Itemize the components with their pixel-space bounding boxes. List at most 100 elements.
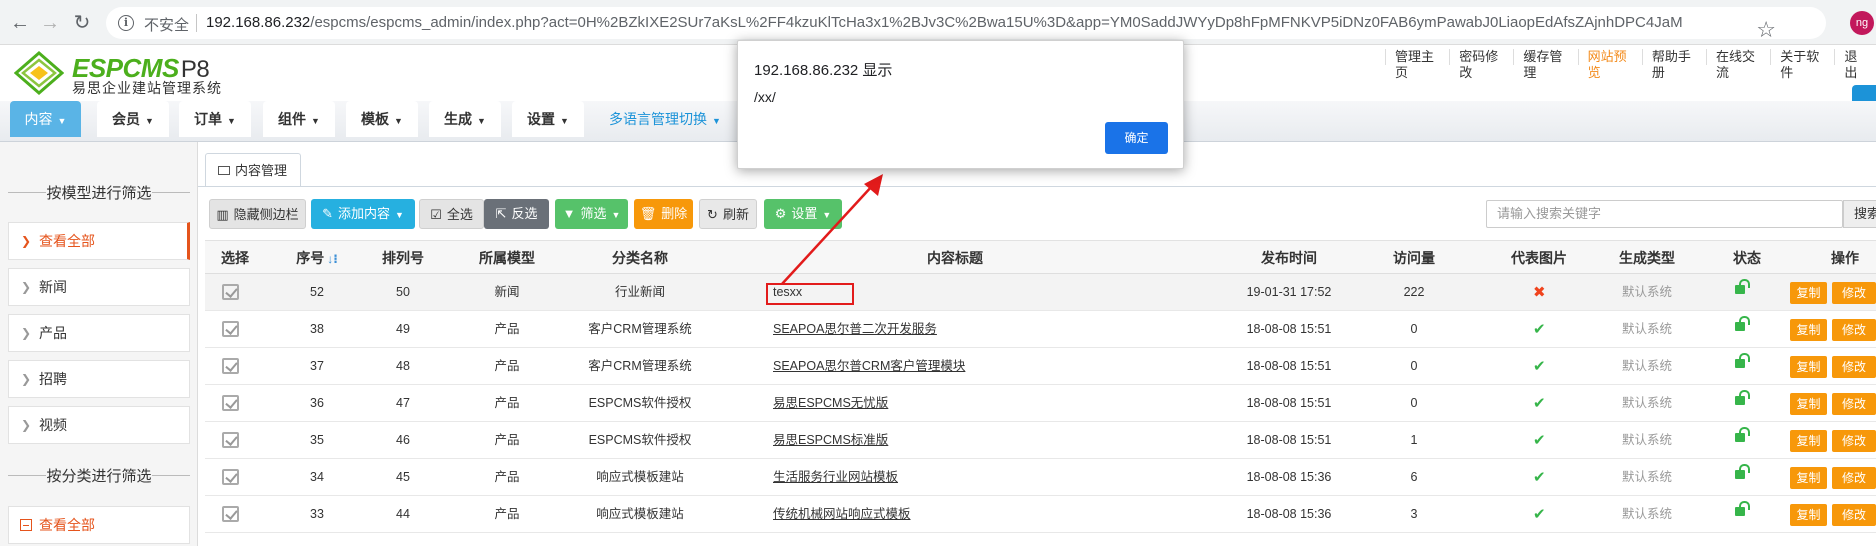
cell-title[interactable]: SEAPOA思尔普CRM客户管理模块 bbox=[773, 348, 965, 385]
cell-category: 客户CRM管理系统 bbox=[588, 322, 692, 336]
unlock-icon[interactable] bbox=[1735, 359, 1745, 368]
sort-icon[interactable]: ↓⁝ bbox=[327, 252, 338, 266]
search-input[interactable]: 请输入搜索关键字 bbox=[1486, 200, 1843, 228]
sidebar-item-jobs[interactable]: ❯ 招聘 bbox=[8, 360, 190, 398]
tab-components[interactable]: 组件 ▼ bbox=[263, 101, 335, 137]
filter-icon: ▼ bbox=[562, 206, 576, 221]
language-switch[interactable]: 多语言管理切换 ▼ bbox=[600, 101, 730, 137]
row-checkbox-icon[interactable] bbox=[222, 432, 239, 448]
edit-button[interactable]: 修改 bbox=[1832, 319, 1876, 341]
top-link-help[interactable]: 帮助手册 bbox=[1643, 49, 1708, 80]
back-icon[interactable]: ← bbox=[8, 11, 32, 35]
cell-title[interactable]: 传统机械网站响应式模板 bbox=[773, 496, 911, 533]
cell-title[interactable]: SEAPOA思尔普二次开发服务 bbox=[773, 311, 937, 348]
caret-icon: ▼ bbox=[712, 116, 721, 126]
tab-content-management[interactable]: 内容管理 bbox=[205, 153, 301, 187]
cell-model: 新闻 bbox=[494, 285, 520, 299]
monitor-icon bbox=[218, 166, 230, 175]
delete-label: 删除 bbox=[661, 206, 688, 221]
row-checkbox-icon[interactable] bbox=[222, 469, 239, 485]
search-button[interactable]: 搜索 bbox=[1843, 200, 1876, 228]
table-row: 37 48 产品 客户CRM管理系统 SEAPOA思尔普CRM客户管理模块 18… bbox=[205, 348, 1876, 385]
sidebar-item-all[interactable]: ❯ 查看全部 bbox=[8, 222, 190, 260]
tab-templates[interactable]: 模板 ▼ bbox=[346, 101, 418, 137]
select-all-button[interactable]: ☑ 全选 bbox=[419, 199, 484, 229]
copy-button[interactable]: 复制 bbox=[1790, 393, 1827, 415]
unlock-icon[interactable] bbox=[1735, 285, 1745, 294]
chevron-right-icon: ❯ bbox=[21, 280, 32, 294]
top-link-chat[interactable]: 在线交流 bbox=[1707, 49, 1772, 80]
copy-button[interactable]: 复制 bbox=[1790, 504, 1827, 526]
sidebar-item-videos[interactable]: ❯ 视频 bbox=[8, 406, 190, 444]
copy-button[interactable]: 复制 bbox=[1790, 282, 1827, 304]
sidebar-item-news[interactable]: ❯ 新闻 bbox=[8, 268, 190, 306]
edit-button[interactable]: 修改 bbox=[1832, 467, 1876, 489]
cell-title[interactable]: 易思ESPCMS无忧版 bbox=[773, 385, 888, 422]
collapse-icon[interactable] bbox=[20, 519, 32, 531]
cell-title[interactable]: 生活服务行业网站模板 bbox=[773, 459, 898, 496]
unlock-icon[interactable] bbox=[1735, 396, 1745, 405]
cell-model: 产品 bbox=[494, 507, 520, 521]
url-text[interactable]: 192.168.86.232/espcms/espcms_admin/index… bbox=[206, 14, 1683, 31]
copy-button[interactable]: 复制 bbox=[1790, 467, 1827, 489]
add-content-button[interactable]: ✎ 添加内容 ▼ bbox=[311, 199, 415, 229]
top-link-logout[interactable]: 退出 bbox=[1835, 49, 1876, 80]
top-link-cache[interactable]: 缓存管理 bbox=[1514, 49, 1579, 80]
info-icon[interactable]: i bbox=[118, 15, 134, 31]
row-checkbox-icon[interactable] bbox=[222, 321, 239, 337]
copy-button[interactable]: 复制 bbox=[1790, 430, 1827, 452]
col-id[interactable]: 序号 ↓⁝ bbox=[287, 241, 347, 276]
tab-members[interactable]: 会员 ▼ bbox=[97, 101, 169, 137]
row-checkbox-icon[interactable] bbox=[222, 284, 239, 300]
profile-avatar[interactable]: ng bbox=[1850, 11, 1874, 35]
invert-select-button[interactable]: ⇱ 反选 bbox=[484, 199, 549, 229]
cell-title[interactable]: 易思ESPCMS标准版 bbox=[773, 422, 888, 459]
row-checkbox-icon[interactable] bbox=[222, 358, 239, 374]
address-bar[interactable]: i 不安全 192.168.86.232/espcms/espcms_admin… bbox=[106, 7, 1826, 42]
unlock-icon[interactable] bbox=[1735, 507, 1745, 516]
top-link-home[interactable]: 管理主页 bbox=[1385, 49, 1451, 80]
sidebar-item-label: 产品 bbox=[39, 325, 67, 341]
dialog-message: /xx/ bbox=[754, 89, 776, 105]
top-link-about[interactable]: 关于软件 bbox=[1771, 49, 1836, 80]
cell-model: 产品 bbox=[494, 359, 520, 373]
filter-button[interactable]: ▼ 筛选 ▼ bbox=[555, 199, 628, 229]
refresh-button[interactable]: ↻ 刷新 bbox=[699, 199, 757, 229]
settings-button[interactable]: ⚙ 设置 ▼ bbox=[764, 199, 842, 229]
dialog-title: 192.168.86.232 显示 bbox=[754, 62, 893, 79]
tab-orders[interactable]: 订单 ▼ bbox=[179, 101, 251, 137]
no-image-x-icon: ✖ bbox=[1533, 284, 1546, 301]
top-links: 管理主页 密码修改 缓存管理 网站预览 帮助手册 在线交流 关于软件 退出 bbox=[1385, 49, 1876, 80]
dialog-ok-button[interactable]: 确定 bbox=[1105, 122, 1168, 154]
cell-gen-type: 默认系统 bbox=[1621, 322, 1672, 336]
unlock-icon[interactable] bbox=[1735, 433, 1745, 442]
delete-button[interactable]: 🗑 删除 bbox=[634, 199, 693, 229]
tab-settings[interactable]: 设置 ▼ bbox=[512, 101, 584, 137]
edit-button[interactable]: 修改 bbox=[1832, 430, 1876, 452]
sidebar-item-products[interactable]: ❯ 产品 bbox=[8, 314, 190, 352]
cell-gen-type: 默认系统 bbox=[1621, 470, 1672, 484]
row-checkbox-icon[interactable] bbox=[222, 395, 239, 411]
forward-icon[interactable]: → bbox=[38, 11, 62, 35]
row-checkbox-icon[interactable] bbox=[222, 506, 239, 522]
edit-button[interactable]: 修改 bbox=[1832, 504, 1876, 526]
unlock-icon[interactable] bbox=[1735, 470, 1745, 479]
copy-button[interactable]: 复制 bbox=[1790, 319, 1827, 341]
filter-label: 筛选 bbox=[580, 206, 607, 221]
category-all[interactable]: 查看全部 bbox=[8, 506, 190, 544]
cell-order: 49 bbox=[396, 322, 410, 336]
hide-sidebar-button[interactable]: ▥ 隐藏侧边栏 bbox=[209, 199, 306, 229]
unlock-icon[interactable] bbox=[1735, 322, 1745, 331]
top-link-password[interactable]: 密码修改 bbox=[1450, 49, 1515, 80]
top-link-preview[interactable]: 网站预览 bbox=[1579, 49, 1643, 80]
bookmark-star-icon[interactable]: ☆ bbox=[1756, 17, 1776, 43]
edit-button[interactable]: 修改 bbox=[1832, 393, 1876, 415]
language-switch-label: 多语言管理切换 bbox=[609, 111, 708, 127]
tab-generate[interactable]: 生成 ▼ bbox=[429, 101, 501, 137]
reload-icon[interactable]: ↻ bbox=[70, 11, 94, 35]
tab-content[interactable]: 内容 ▼ bbox=[10, 101, 81, 137]
copy-button[interactable]: 复制 bbox=[1790, 356, 1827, 378]
cell-time: 19-01-31 17:52 bbox=[1246, 285, 1332, 299]
edit-button[interactable]: 修改 bbox=[1832, 282, 1876, 304]
edit-button[interactable]: 修改 bbox=[1832, 356, 1876, 378]
